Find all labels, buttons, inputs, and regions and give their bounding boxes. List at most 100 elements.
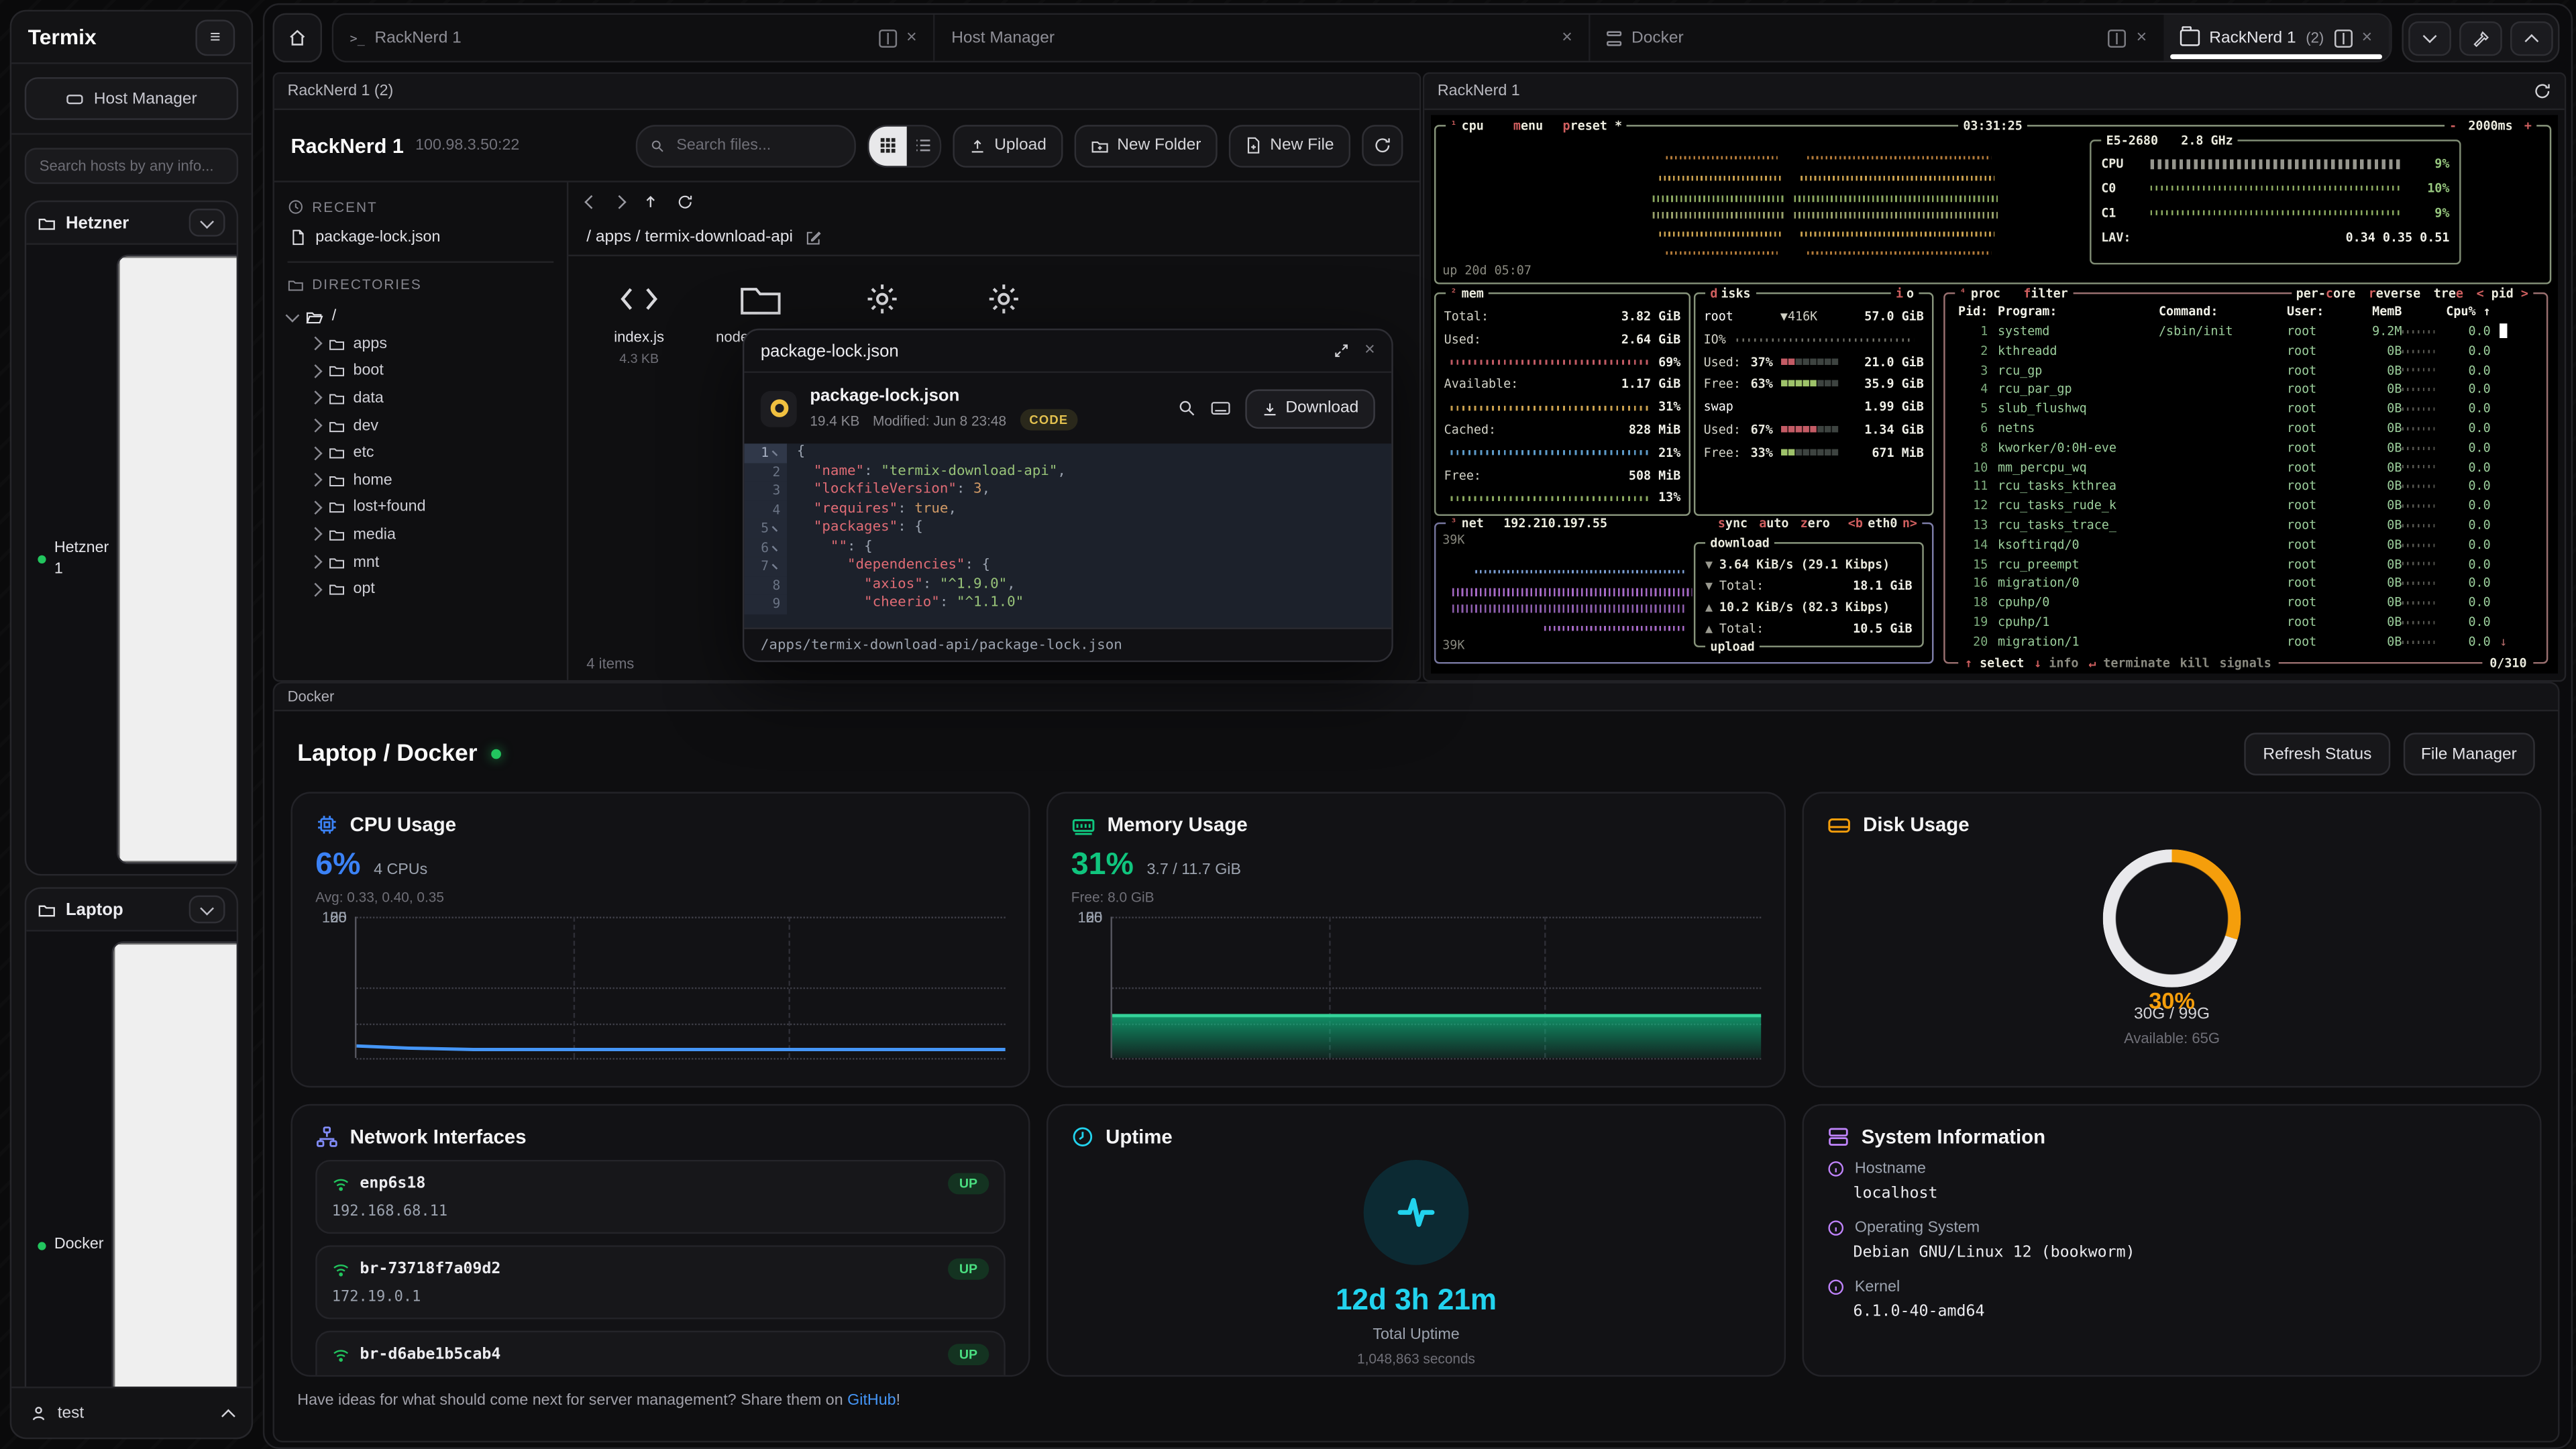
file-search-input[interactable] bbox=[673, 135, 841, 156]
host-manager-button[interactable]: Host Manager bbox=[25, 77, 238, 120]
refresh-icon[interactable] bbox=[677, 193, 693, 209]
collapse-button[interactable] bbox=[2408, 21, 2451, 55]
open-terminal-button[interactable] bbox=[113, 943, 238, 1387]
code-preview[interactable]: 1 { 2 "name": "termix-download-api", 3 "… bbox=[744, 443, 1391, 627]
new-file-button[interactable]: New File bbox=[1229, 124, 1350, 167]
home-button[interactable] bbox=[273, 13, 322, 62]
process-row[interactable]: 12 rcu_tasks_rude_k root 0B 0.0 bbox=[1955, 496, 2536, 516]
close-icon[interactable]: × bbox=[2362, 29, 2373, 47]
tab[interactable]: Host Manager × bbox=[935, 15, 1591, 61]
host-row[interactable]: Hetzner 1 bbox=[26, 243, 236, 873]
process-row[interactable]: 2 kthreadd root 0B 0.0 bbox=[1955, 341, 2536, 361]
file-tile[interactable]: index.js 4.3 KB bbox=[588, 276, 690, 367]
process-row[interactable]: 15 rcu_preempt root 0B 0.0 bbox=[1955, 555, 2536, 574]
recent-file[interactable]: package-lock.json bbox=[288, 225, 554, 263]
host-row[interactable]: Docker bbox=[26, 930, 236, 1387]
tree-item[interactable]: mnt bbox=[288, 548, 554, 576]
mem-row: 31% bbox=[1436, 396, 1688, 419]
user-menu[interactable]: test bbox=[11, 1387, 252, 1438]
github-link[interactable]: GitHub bbox=[847, 1391, 896, 1409]
fold-icon[interactable] bbox=[772, 522, 783, 533]
host-search-input[interactable] bbox=[25, 148, 238, 184]
close-icon[interactable]: × bbox=[1562, 29, 1572, 47]
fold-icon[interactable] bbox=[772, 541, 783, 551]
process-row[interactable]: 3 rcu_gp root 0B 0.0 bbox=[1955, 361, 2536, 380]
keyboard-icon[interactable] bbox=[1210, 399, 1230, 417]
file-manager-toolbar: RackNerd 1 100.98.3.50:22 Upload bbox=[274, 110, 1419, 182]
process-row[interactable]: 18 cpuhp/0 root 0B 0.0 bbox=[1955, 593, 2536, 612]
open-terminal-button[interactable] bbox=[119, 256, 238, 863]
proc-percore-button[interactable]: per-core bbox=[2296, 286, 2355, 301]
grid-view-button[interactable] bbox=[869, 125, 907, 165]
process-row[interactable]: 20 migration/1 root 0B 0.0 ↓ bbox=[1955, 632, 2536, 651]
file-search[interactable] bbox=[636, 124, 856, 167]
interface-row[interactable]: enp6s18 UP 192.168.68.11 bbox=[315, 1160, 1006, 1234]
tree-root[interactable]: / bbox=[288, 303, 554, 331]
expand-button[interactable] bbox=[2510, 21, 2553, 55]
group-collapse-button[interactable] bbox=[189, 896, 225, 924]
file-tile[interactable] bbox=[831, 276, 933, 322]
net-mode-button[interactable]: zero bbox=[1801, 516, 1830, 531]
tree-item[interactable]: opt bbox=[288, 576, 554, 603]
tab[interactable]: Docker × bbox=[1591, 15, 2163, 61]
interface-row[interactable]: br-d6abe1b5cab4 UP 172.20.0.1 bbox=[315, 1331, 1006, 1377]
list-view-button[interactable] bbox=[907, 125, 940, 165]
fold-icon[interactable] bbox=[772, 446, 783, 457]
search-in-file-icon[interactable] bbox=[1177, 399, 1195, 417]
tree-item[interactable]: media bbox=[288, 521, 554, 549]
process-row[interactable]: 14 ksoftirqd/0 root 0B 0.0 bbox=[1955, 535, 2536, 555]
tree-item[interactable]: boot bbox=[288, 358, 554, 385]
refresh-status-button[interactable]: Refresh Status bbox=[2245, 733, 2390, 775]
upload-button[interactable]: Upload bbox=[953, 124, 1063, 167]
edit-path-icon[interactable] bbox=[804, 229, 820, 246]
proc-reverse-button[interactable]: reverse bbox=[2369, 286, 2420, 301]
close-icon[interactable]: × bbox=[906, 29, 917, 47]
hamburger-menu-icon[interactable] bbox=[195, 19, 235, 55]
tab[interactable]: RackNerd 1 × bbox=[333, 15, 935, 61]
back-icon[interactable] bbox=[584, 195, 598, 209]
proc-sort-button[interactable]: < pid > bbox=[2477, 286, 2528, 301]
group-collapse-button[interactable] bbox=[189, 209, 225, 237]
process-row[interactable]: 5 slub_flushwq root 0B 0.0 bbox=[1955, 400, 2536, 419]
tab[interactable]: RackNerd 1 (2) × bbox=[2163, 15, 2391, 61]
file-manager-button[interactable]: File Manager bbox=[2403, 733, 2535, 775]
net-mode-button[interactable]: auto bbox=[1759, 516, 1788, 531]
new-folder-button[interactable]: New Folder bbox=[1075, 124, 1218, 167]
interface-row[interactable]: br-73718f7a09d2 UP 172.19.0.1 bbox=[315, 1245, 1006, 1319]
proc-filter-button[interactable]: filter bbox=[2023, 286, 2068, 301]
process-row[interactable]: 11 rcu_tasks_kthrea root 0B 0.0 bbox=[1955, 477, 2536, 496]
group-header[interactable]: Hetzner bbox=[26, 202, 236, 243]
fold-icon[interactable] bbox=[772, 559, 783, 570]
close-icon[interactable]: × bbox=[1364, 341, 1375, 360]
tree-item[interactable]: home bbox=[288, 466, 554, 494]
process-row[interactable]: 16 migration/0 root 0B 0.0 bbox=[1955, 574, 2536, 594]
split-view-icon[interactable] bbox=[2334, 29, 2352, 47]
tree-item[interactable]: dev bbox=[288, 412, 554, 439]
process-row[interactable]: 13 rcu_tasks_trace_ root 0B 0.0 bbox=[1955, 516, 2536, 535]
process-row[interactable]: 6 netns root 0B 0.0 bbox=[1955, 419, 2536, 438]
forward-icon[interactable] bbox=[612, 195, 627, 209]
tree-item[interactable]: data bbox=[288, 385, 554, 413]
process-row[interactable]: 10 mm_percpu_wq root 0B 0.0 bbox=[1955, 458, 2536, 477]
refresh-icon[interactable] bbox=[2533, 82, 2551, 100]
process-row[interactable]: 19 cpuhp/1 root 0B 0.0 bbox=[1955, 612, 2536, 632]
refresh-button[interactable] bbox=[1362, 125, 1403, 166]
tree-item[interactable]: etc bbox=[288, 439, 554, 467]
proc-tree-button[interactable]: tree bbox=[2434, 286, 2463, 301]
file-tile[interactable] bbox=[953, 276, 1055, 322]
expand-icon[interactable] bbox=[1333, 343, 1348, 358]
net-mode-button[interactable]: sync bbox=[1718, 516, 1748, 531]
split-view-icon[interactable] bbox=[2108, 29, 2127, 47]
split-view-icon[interactable] bbox=[878, 29, 896, 47]
terminal-screen[interactable]: ¹cpu menu preset * 03:31:25 - 2000ms + bbox=[1431, 115, 2558, 674]
up-directory-icon[interactable] bbox=[643, 193, 659, 209]
close-icon[interactable]: × bbox=[2136, 29, 2147, 47]
process-row[interactable]: 8 kworker/0:0H-eve root 0B 0.0 bbox=[1955, 438, 2536, 458]
process-row[interactable]: 4 rcu_par_gp root 0B 0.0 bbox=[1955, 380, 2536, 400]
tree-item[interactable]: apps bbox=[288, 330, 554, 358]
tree-item[interactable]: lost+found bbox=[288, 494, 554, 521]
group-header[interactable]: Laptop bbox=[26, 889, 236, 930]
process-row[interactable]: 1 systemd /sbin/init root 9.2M 0.0 █ bbox=[1955, 322, 2536, 341]
download-button[interactable]: Download bbox=[1244, 388, 1375, 428]
tools-hammer-button[interactable] bbox=[2459, 21, 2502, 55]
